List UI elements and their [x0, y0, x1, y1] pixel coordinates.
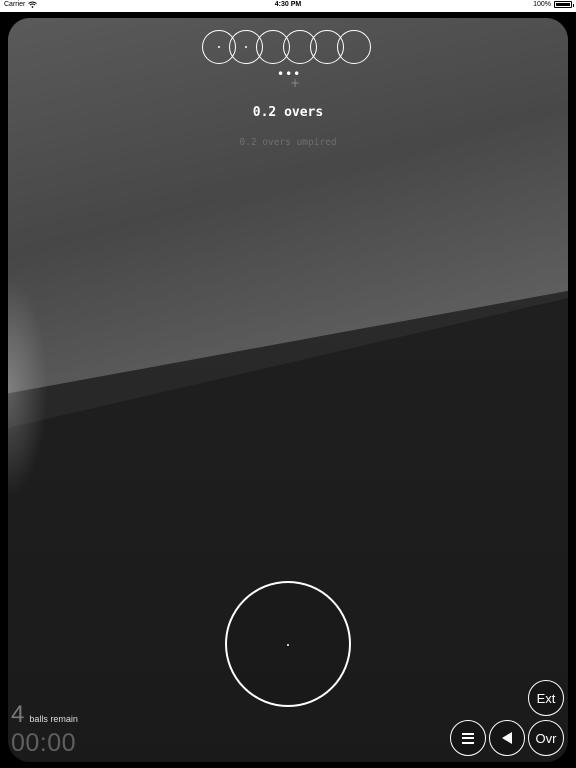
menu-icon	[462, 732, 474, 744]
extras-button[interactable]: Ext	[528, 680, 564, 716]
overs-subtitle: 0.2 overs umpired	[239, 137, 337, 148]
battery-fill	[556, 3, 570, 6]
status-battery: 100%	[533, 1, 574, 8]
over-ball-row[interactable]	[202, 30, 374, 66]
over-ball[interactable]	[337, 30, 371, 64]
end-over-button-label: Ovr	[535, 730, 557, 746]
ball-mark-icon	[245, 46, 247, 48]
glare-edge	[8, 278, 48, 498]
menu-button[interactable]	[450, 720, 486, 756]
overs-title: 0.2 overs	[252, 105, 324, 120]
battery-icon	[554, 1, 574, 8]
end-over-button[interactable]: Ovr	[528, 720, 564, 756]
back-button[interactable]	[489, 720, 525, 756]
battery-percent: 100%	[533, 1, 551, 8]
status-time: 4:30 PM	[274, 1, 302, 8]
balls-remaining-count: 4	[11, 701, 25, 728]
status-bar: Carrier 4:30 PM 100%	[0, 0, 576, 12]
ball-icon	[287, 644, 289, 646]
ball-mark-icon	[218, 46, 220, 48]
back-triangle-icon	[502, 732, 512, 744]
balls-remaining: 4 balls remain	[11, 703, 78, 727]
plus-icon[interactable]: +	[290, 77, 300, 89]
ball-button[interactable]	[225, 581, 351, 707]
timer: 00:00	[11, 729, 77, 757]
balls-remaining-label: balls remain	[29, 714, 78, 724]
extras-button-label: Ext	[536, 690, 556, 706]
